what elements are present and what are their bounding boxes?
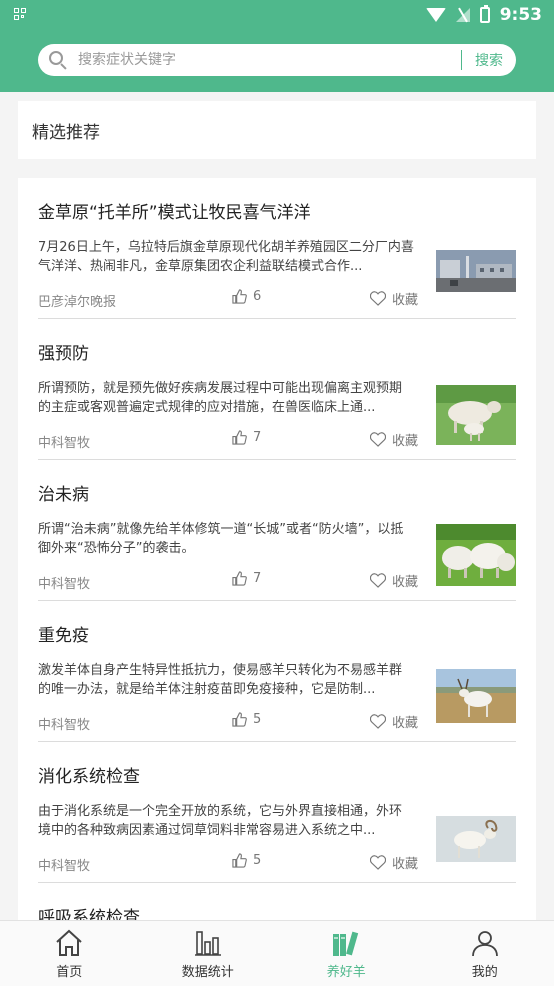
favorite-label: 收藏 — [392, 575, 419, 590]
favorite-label: 收藏 — [392, 434, 419, 449]
battery-icon — [479, 5, 490, 23]
bottom-nav: 首页 数据统计 养好羊 我的 — [0, 920, 554, 986]
bar-chart-icon — [194, 930, 221, 956]
article-source: 中科智牧 — [38, 859, 91, 874]
search-input[interactable] — [78, 44, 461, 76]
article-title: 强预防 — [38, 344, 89, 364]
search-bar[interactable]: 搜索 — [38, 44, 516, 76]
nav-home[interactable]: 首页 — [0, 921, 139, 986]
thumbs-up-icon — [232, 430, 247, 445]
like-count: 5 — [253, 853, 262, 868]
like-count: 7 — [253, 430, 262, 445]
search-button[interactable]: 搜索 — [462, 50, 516, 70]
like-button[interactable]: 7 — [232, 430, 261, 445]
nav-label: 数据统计 — [181, 964, 234, 980]
article-list: 金草原“托羊所”模式让牧民喜气洋洋 7月26日上午，乌拉特后旗金草原现代化胡羊养… — [18, 178, 536, 920]
user-icon — [471, 930, 498, 956]
header: 9:53 搜索 — [0, 0, 554, 92]
wifi-icon — [425, 8, 446, 22]
status-time: 9:53 — [499, 5, 542, 25]
article-title: 呼吸系统检查 — [38, 908, 140, 920]
like-count: 7 — [253, 571, 262, 586]
thumbs-up-icon — [232, 853, 247, 868]
thumbs-up-icon — [232, 289, 247, 304]
article-thumbnail — [436, 524, 516, 586]
notification-icon — [14, 8, 28, 22]
article-source: 巴彦淖尔晚报 — [38, 295, 117, 310]
article-item[interactable]: 重免疫 激发羊体自身产生特异性抵抗力，使易感羊只转化为不易感羊群的唯一办法，就是… — [38, 601, 516, 742]
heart-icon — [370, 573, 386, 588]
home-icon — [56, 929, 82, 956]
thumbs-up-icon — [232, 712, 247, 727]
like-button[interactable]: 5 — [232, 712, 261, 727]
article-item[interactable]: 呼吸系统检查 — [38, 883, 516, 920]
article-thumbnail — [436, 669, 516, 723]
favorite-label: 收藏 — [392, 716, 419, 731]
signal-icon — [455, 7, 470, 23]
like-count: 5 — [253, 712, 262, 727]
article-thumbnail — [436, 385, 516, 445]
status-bar: 9:53 — [0, 0, 554, 30]
article-item[interactable]: 金草原“托羊所”模式让牧民喜气洋洋 7月26日上午，乌拉特后旗金草原现代化胡羊养… — [38, 178, 516, 319]
section-title: 精选推荐 — [32, 122, 100, 143]
favorite-button[interactable]: 收藏 — [370, 430, 418, 449]
heart-icon — [370, 714, 386, 729]
article-source: 中科智牧 — [38, 436, 91, 451]
nav-profile[interactable]: 我的 — [416, 921, 554, 986]
nav-statistics[interactable]: 数据统计 — [139, 921, 278, 986]
article-item[interactable]: 强预防 所谓预防，就是预先做好疾病发展过程中可能出现偏离主观预期的主症或客观普遍… — [38, 319, 516, 460]
like-button[interactable]: 6 — [232, 289, 261, 304]
favorite-button[interactable]: 收藏 — [370, 853, 418, 872]
article-source: 中科智牧 — [38, 718, 91, 733]
favorite-button[interactable]: 收藏 — [370, 712, 418, 731]
article-item[interactable]: 消化系统检查 由于消化系统是一个完全开放的系统，它与外界直接相通，外环境中的各种… — [38, 742, 516, 883]
like-count: 6 — [253, 289, 262, 304]
article-thumbnail — [436, 816, 516, 862]
article-source: 中科智牧 — [38, 577, 91, 592]
article-title: 金草原“托羊所”模式让牧民喜气洋洋 — [38, 203, 311, 223]
nav-raise-sheep[interactable]: 养好羊 — [277, 921, 416, 986]
favorite-button[interactable]: 收藏 — [370, 289, 418, 308]
nav-label: 我的 — [471, 964, 498, 980]
article-title: 治未病 — [38, 485, 89, 505]
section-header: 精选推荐 — [18, 101, 536, 159]
article-summary: 由于消化系统是一个完全开放的系统，它与外界直接相通，外环境中的各种致病因素通过饲… — [38, 804, 403, 838]
article-summary: 所谓预防，就是预先做好疾病发展过程中可能出现偏离主观预期的主症或客观普遍定式规律… — [38, 381, 403, 415]
heart-icon — [370, 432, 386, 447]
article-summary: 激发羊体自身产生特异性抵抗力，使易感羊只转化为不易感羊群的唯一办法，就是给羊体注… — [38, 663, 403, 697]
books-icon — [333, 931, 359, 956]
heart-icon — [370, 291, 386, 306]
nav-label: 养好羊 — [326, 964, 366, 980]
article-title: 重免疫 — [38, 626, 89, 646]
article-title: 消化系统检查 — [38, 767, 140, 787]
favorite-label: 收藏 — [392, 857, 419, 872]
favorite-label: 收藏 — [392, 293, 419, 308]
article-item[interactable]: 治未病 所谓“治未病”就像先给羊体修筑一道“长城”或者“防火墙”，以抵御外来“恐… — [38, 460, 516, 601]
thumbs-up-icon — [232, 571, 247, 586]
search-icon — [48, 50, 68, 70]
favorite-button[interactable]: 收藏 — [370, 571, 418, 590]
app-screen: 9:53 搜索 精选推荐 金草原“托羊所”模式让牧民喜气洋洋 7月26日上午，乌… — [0, 0, 554, 986]
article-thumbnail — [436, 250, 516, 292]
article-summary: 7月26日上午，乌拉特后旗金草原现代化胡羊养殖园区二分厂内喜气洋洋、热闹非凡，金… — [38, 240, 414, 274]
like-button[interactable]: 7 — [232, 571, 261, 586]
heart-icon — [370, 855, 386, 870]
nav-label: 首页 — [56, 964, 83, 980]
article-summary: 所谓“治未病”就像先给羊体修筑一道“长城”或者“防火墙”，以抵御外来“恐怖分子”… — [38, 522, 404, 556]
like-button[interactable]: 5 — [232, 853, 261, 868]
